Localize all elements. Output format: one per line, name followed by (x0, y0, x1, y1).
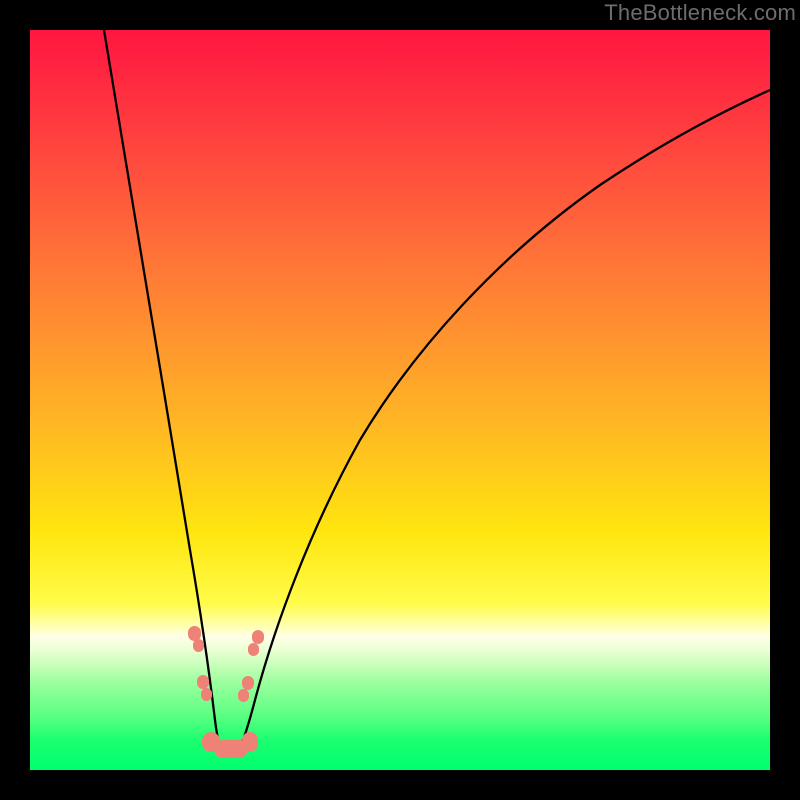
marker-right-lower-b (238, 689, 249, 702)
marker-right-upper-a (252, 630, 264, 644)
marker-right-lower-a (242, 676, 254, 690)
marker-valley-right (242, 732, 258, 752)
marker-left-lower-b (201, 688, 212, 701)
watermark-text: TheBottleneck.com (604, 0, 796, 26)
chart-frame: TheBottleneck.com (0, 0, 800, 800)
marker-left-lower-a (197, 675, 209, 689)
bottleneck-curve (30, 30, 770, 770)
plot-area (30, 30, 770, 770)
marker-right-upper-b (248, 643, 259, 656)
marker-left-upper-b (193, 639, 204, 652)
